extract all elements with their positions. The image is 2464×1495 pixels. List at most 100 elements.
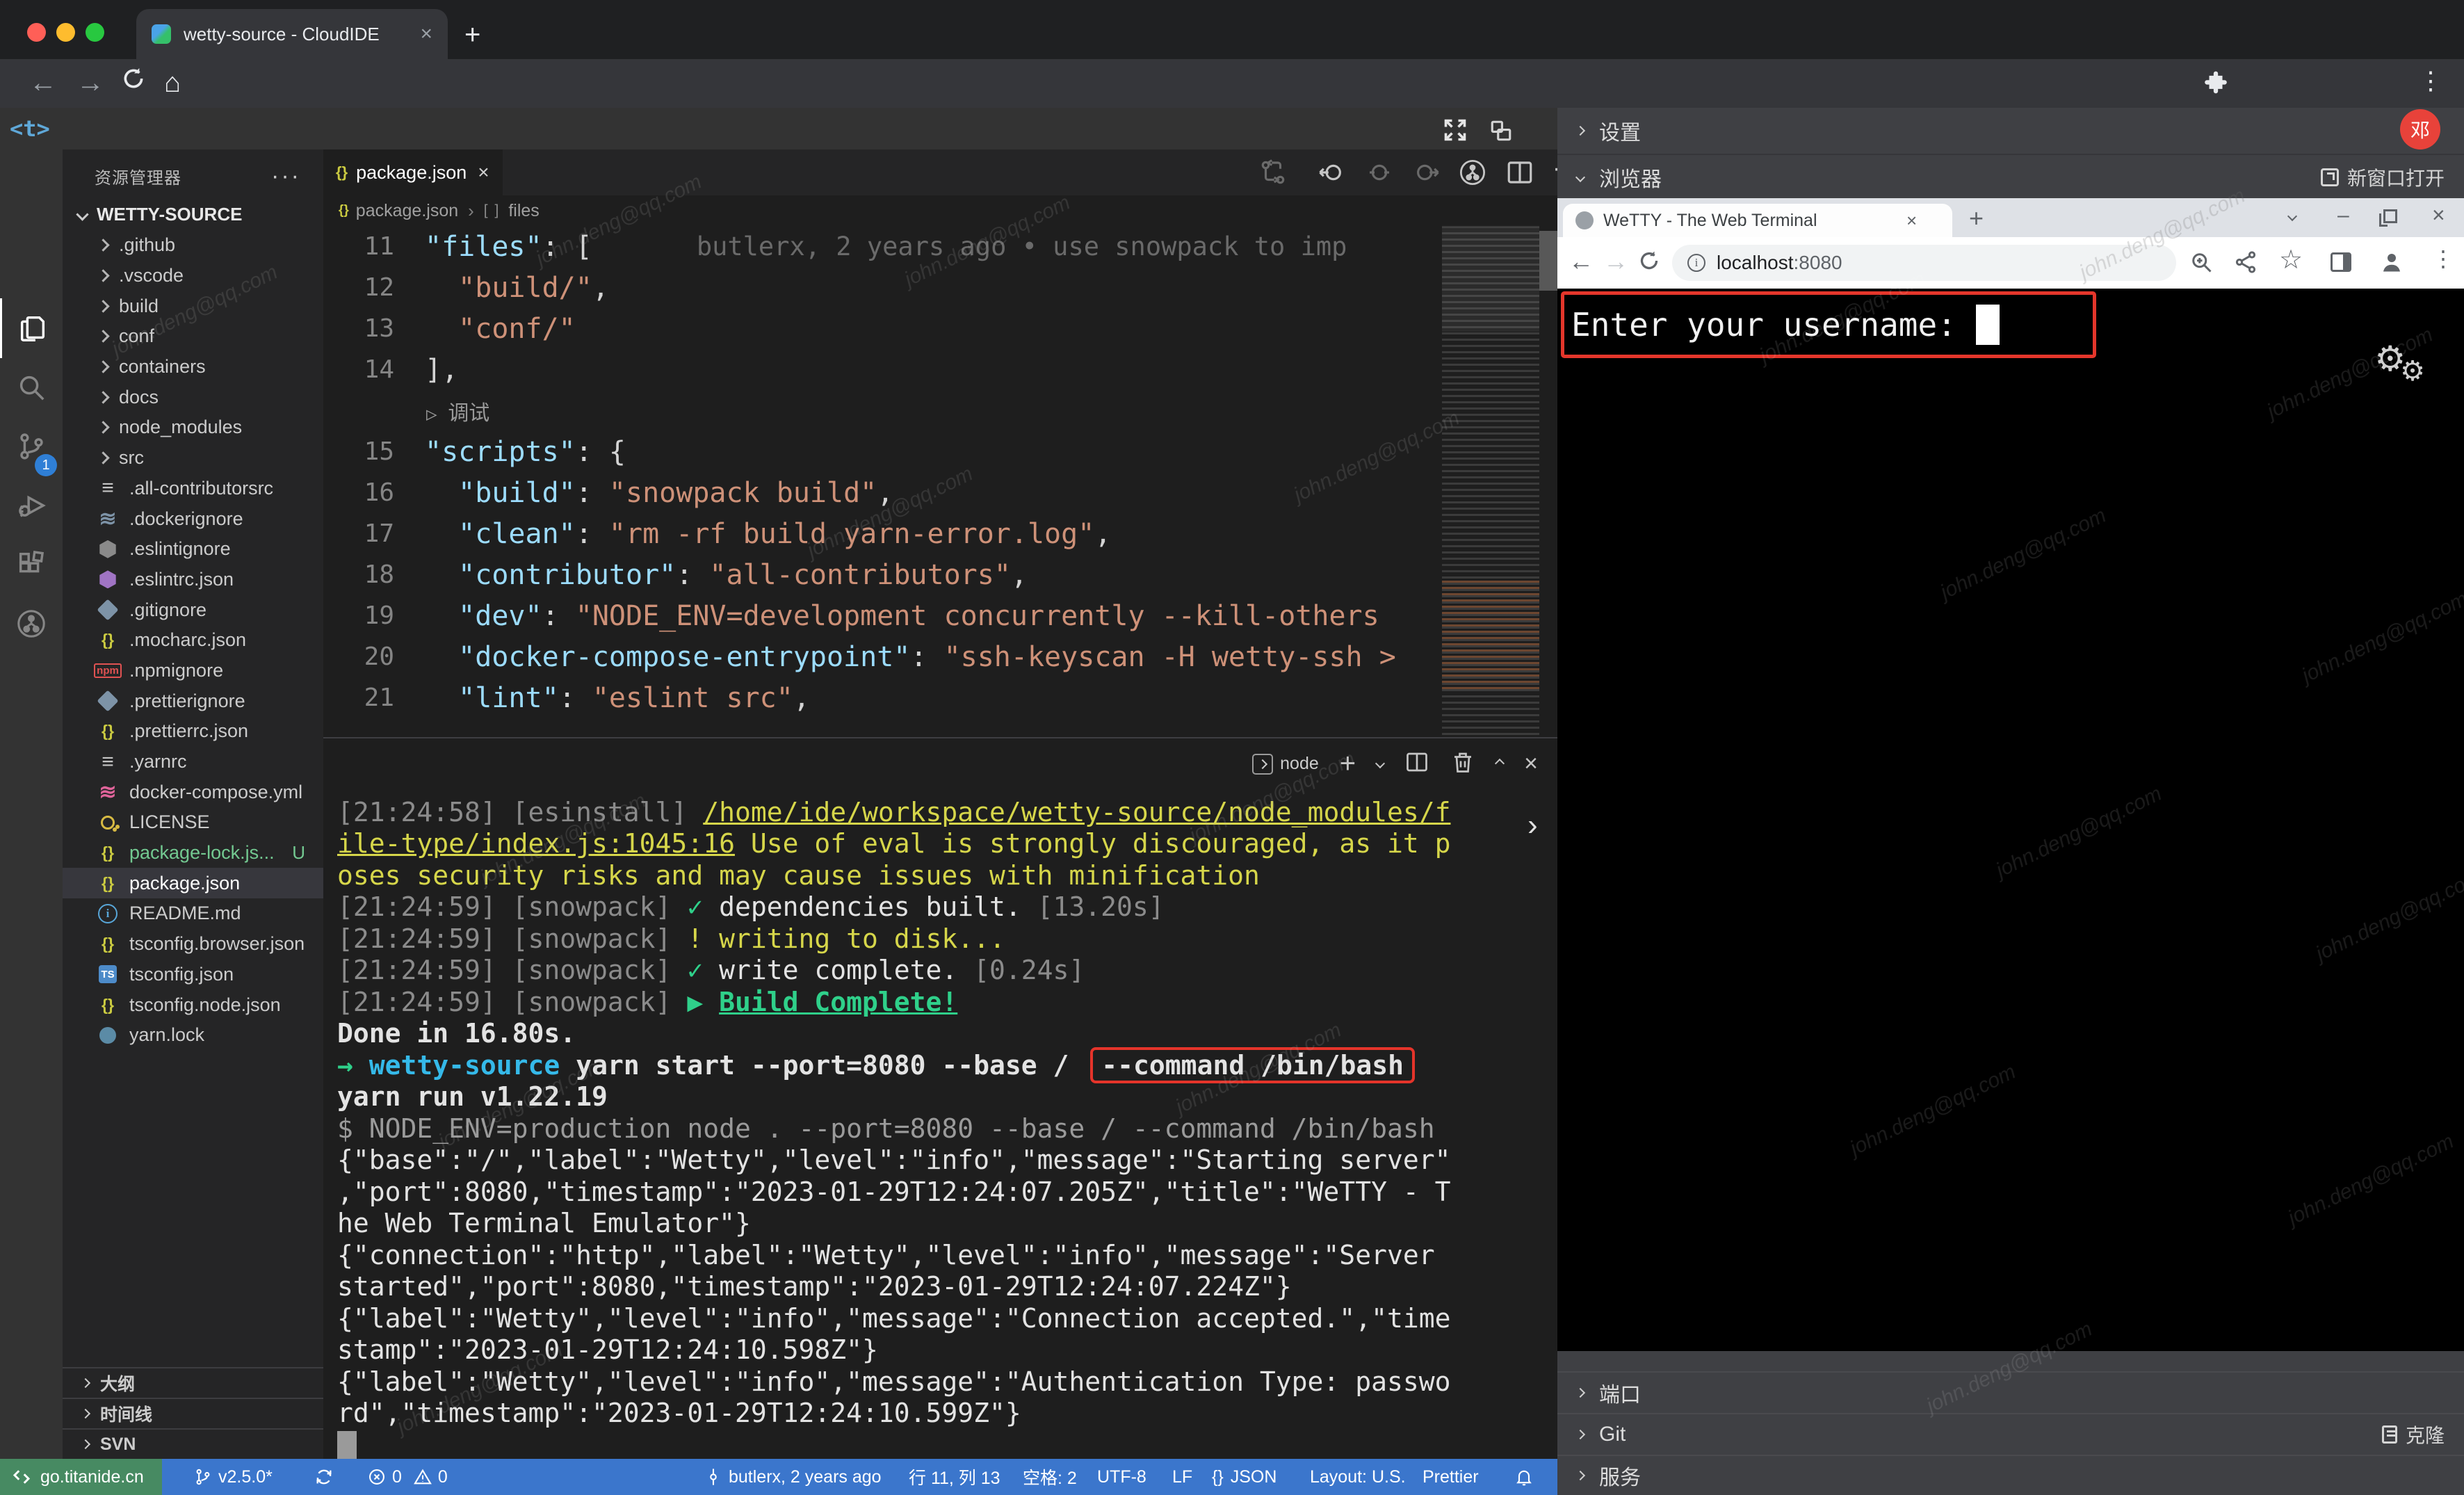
panel-tab[interactable] [337, 745, 376, 762]
layout-restore-icon[interactable] [1489, 119, 1513, 146]
clone-button[interactable]: 克隆 [2382, 1421, 2445, 1448]
problems-status[interactable]: 0 0 [367, 1459, 448, 1495]
file-item[interactable]: .npmignore [63, 656, 323, 686]
file-item[interactable]: package-lock.js... U [63, 838, 323, 868]
terminal-dropdown-icon[interactable] [1377, 758, 1384, 770]
sidebar-section-header[interactable]: 时间线 [63, 1398, 323, 1428]
file-item[interactable]: package.json [63, 868, 323, 898]
editor-tab-close-icon[interactable]: × [478, 161, 489, 184]
breadcrumb-file[interactable]: package.json [356, 201, 458, 221]
formatter-status[interactable]: Prettier [1423, 1459, 1479, 1495]
ports-section-header[interactable]: 端口 [1557, 1371, 2464, 1413]
embedded-back-icon[interactable]: ← [1569, 247, 1594, 276]
embedded-new-tab-icon[interactable]: + [1969, 204, 1984, 233]
file-item[interactable]: .yarnrc [63, 747, 323, 777]
svn-icon[interactable] [0, 594, 63, 654]
wetty-settings-gears-icon[interactable]: ⚙⚙ [2374, 339, 2431, 379]
file-item[interactable]: .gitignore [63, 595, 323, 625]
debug-codelens[interactable]: 调试 [426, 396, 489, 426]
new-terminal-icon[interactable]: + [1340, 748, 1356, 779]
folder-item[interactable]: .vscode [63, 261, 323, 291]
editor-tab[interactable]: {} package.json × [323, 150, 503, 195]
folder-item[interactable]: build [63, 291, 323, 321]
file-item[interactable]: LICENSE [63, 807, 323, 838]
embedded-profile-icon[interactable] [2379, 250, 2404, 278]
current-change-icon[interactable] [1365, 158, 1394, 191]
services-section-header[interactable]: 服务 [1557, 1455, 2464, 1495]
eol-status[interactable]: LF [1172, 1459, 1192, 1495]
maximize-panel-icon[interactable] [1496, 758, 1503, 770]
folder-item[interactable]: node_modules [63, 412, 323, 443]
wetty-terminal[interactable]: Enter your username: ⚙⚙ [1557, 289, 2464, 1351]
search-icon[interactable] [0, 357, 63, 417]
file-item[interactable]: yarn.lock [63, 1020, 323, 1051]
notifications-bell-icon[interactable] [1514, 1459, 1539, 1495]
previous-change-icon[interactable] [1318, 158, 1347, 191]
embedded-side-panel-icon[interactable] [2331, 252, 2351, 275]
cursor-position[interactable]: 行 11, 列 13 [909, 1459, 1000, 1495]
close-panel-icon[interactable]: × [1524, 750, 1538, 777]
breadcrumb[interactable]: {} package.json › [ ] files [323, 195, 1557, 226]
embedded-dropdown-chevron-icon[interactable] [2289, 211, 2296, 223]
file-item[interactable]: .prettierignore [63, 686, 323, 716]
folder-item[interactable]: docs [63, 382, 323, 412]
sidebar-more-icon[interactable]: ··· [271, 163, 301, 190]
embedded-tab-close-icon[interactable]: × [1906, 210, 1917, 232]
panel-tab[interactable] [454, 745, 493, 762]
keyboard-layout-status[interactable]: Layout: U.S. [1310, 1459, 1406, 1495]
breadcrumb-node[interactable]: files [508, 201, 539, 221]
editor-scrollbar[interactable] [1539, 231, 1557, 291]
file-item[interactable]: README.md [63, 898, 323, 929]
window-minimize-button[interactable] [56, 23, 75, 42]
new-tab-button[interactable]: + [464, 19, 480, 51]
file-item[interactable]: .eslintignore [63, 534, 323, 565]
split-terminal-icon[interactable] [1404, 750, 1429, 778]
file-item[interactable]: tsconfig.json [63, 960, 323, 990]
git-branch-status[interactable]: v2.5.0* [193, 1459, 273, 1495]
open-changes-icon[interactable] [1258, 158, 1288, 191]
remote-indicator[interactable]: go.titanide.cn [0, 1459, 162, 1495]
tab-close-icon[interactable]: × [420, 22, 432, 46]
file-item[interactable]: .all-contributorsrc [63, 474, 323, 504]
browser-menu-kebab-icon[interactable]: ⋮ [2418, 66, 2443, 95]
extensions-icon[interactable] [0, 535, 63, 595]
window-zoom-button[interactable] [86, 23, 104, 42]
file-item[interactable]: .prettierrc.json [63, 716, 323, 747]
panel-tab[interactable] [415, 745, 454, 762]
home-icon[interactable]: ⌂ [164, 67, 181, 99]
forward-icon[interactable]: → [76, 67, 104, 99]
ide-logo[interactable]: <t> [10, 115, 50, 142]
window-close-button[interactable] [27, 23, 46, 42]
embedded-menu-kebab-icon[interactable]: ⋮ [2432, 245, 2454, 272]
browser-section-header[interactable]: 浏览器 新窗口打开 [1557, 156, 2464, 198]
run-debug-icon[interactable] [0, 476, 63, 535]
embedded-reload-icon[interactable] [1637, 248, 1662, 280]
user-avatar-badge[interactable]: 邓 [2400, 109, 2440, 150]
settings-section-header[interactable]: 设置 [1557, 108, 2464, 155]
file-item[interactable]: .mocharc.json [63, 625, 323, 656]
file-item[interactable]: tsconfig.node.json [63, 989, 323, 1020]
split-editor-icon[interactable] [1505, 158, 1534, 191]
file-item[interactable]: tsconfig.browser.json [63, 929, 323, 960]
indent-status[interactable]: 空格: 2 [1023, 1459, 1077, 1495]
next-change-icon[interactable] [1411, 158, 1441, 191]
embedded-forward-icon[interactable]: → [1603, 247, 1628, 276]
folder-item[interactable]: src [63, 443, 323, 474]
sidebar-section-header[interactable]: 大纲 [63, 1367, 323, 1398]
code-area[interactable]: 11 "files": [ butlerx, 2 years ago • use… [323, 226, 1557, 718]
sidebar-section-header[interactable]: SVN [63, 1428, 323, 1459]
panel-tab[interactable] [376, 745, 415, 762]
workspace-root-item[interactable]: WETTY-SOURCE [63, 198, 323, 230]
embedded-url-bar[interactable]: i localhost :8080 [1672, 245, 2176, 281]
embedded-browser-tab[interactable]: WeTTY - The Web Terminal × [1563, 204, 1952, 237]
reload-icon[interactable] [120, 65, 147, 99]
kill-terminal-trash-icon[interactable] [1450, 750, 1475, 778]
zoom-icon[interactable] [2189, 250, 2214, 278]
file-item[interactable]: docker-compose.yml [63, 777, 323, 807]
sync-status[interactable] [314, 1459, 339, 1495]
git-section-header[interactable]: Git 克隆 [1557, 1413, 2464, 1455]
folder-item[interactable]: conf [63, 321, 323, 352]
explorer-icon[interactable] [0, 298, 63, 358]
embedded-close-icon[interactable]: × [2432, 202, 2445, 228]
embedded-restore-icon[interactable] [2383, 209, 2397, 227]
